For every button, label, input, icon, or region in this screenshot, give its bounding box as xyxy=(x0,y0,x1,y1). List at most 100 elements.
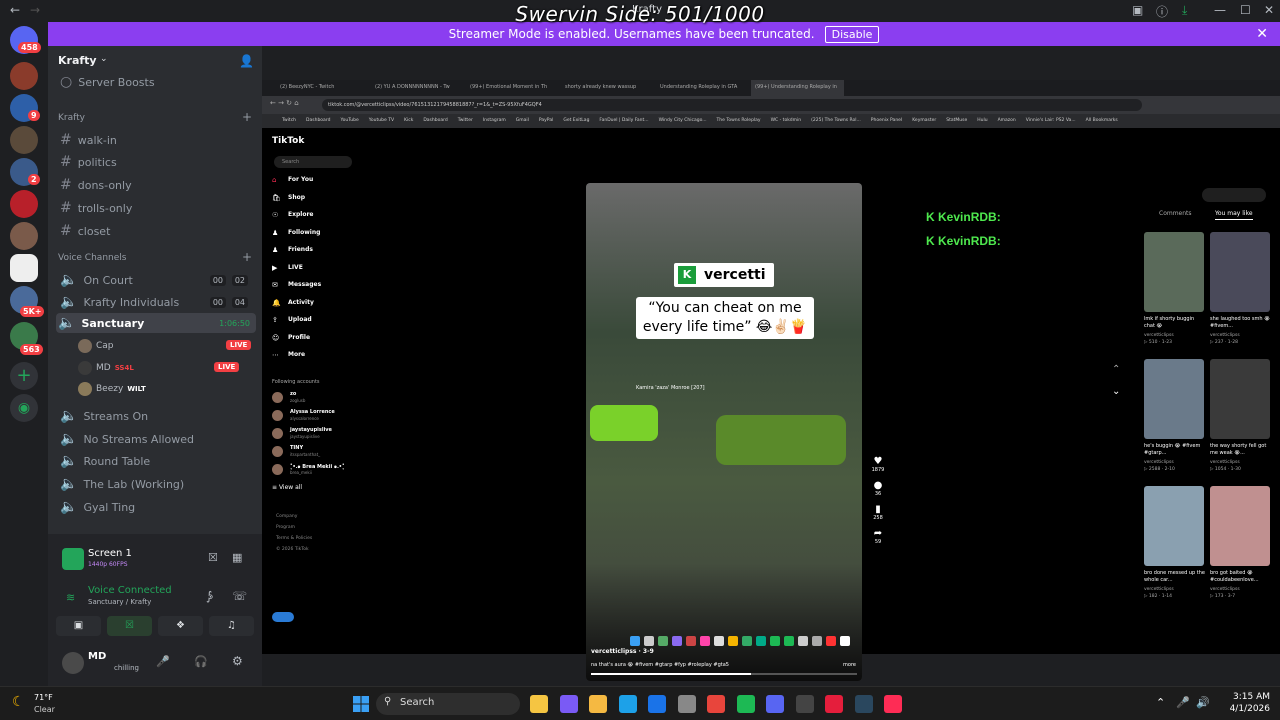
video-card-thumbnail[interactable] xyxy=(1144,359,1204,439)
server-boosts-item[interactable]: ○ Server Boosts xyxy=(60,74,256,90)
taskbar-app-icon[interactable] xyxy=(686,636,696,646)
video-player[interactable]: Kvercetti “You can cheat on me every lif… xyxy=(586,183,862,681)
view-all-link[interactable]: ≡ View all xyxy=(272,484,302,491)
bookmark-item[interactable]: PayPal xyxy=(539,114,553,128)
server-icon[interactable] xyxy=(10,126,38,154)
video-card-thumbnail[interactable] xyxy=(1210,359,1270,439)
nav-friends[interactable]: Friends xyxy=(288,246,313,253)
browser-tab[interactable]: (2) BeezyNYC - Twitch xyxy=(276,80,369,96)
bookmark-item[interactable]: StatMuse xyxy=(946,114,967,128)
disable-button[interactable]: Disable xyxy=(824,25,880,43)
weather-temp[interactable]: 71°F xyxy=(34,693,53,702)
taskbar-app-icon[interactable] xyxy=(672,636,682,646)
scroll-up-icon[interactable]: ⌃ xyxy=(1112,364,1120,375)
voice-channel-path[interactable]: Sanctuary / Krafty xyxy=(88,598,151,606)
following-name[interactable]: jaystayupislive xyxy=(290,427,332,433)
nav-explore[interactable]: Explore xyxy=(288,211,313,218)
invite-icon[interactable]: 👤 xyxy=(239,54,254,68)
add-voice-channel-icon[interactable]: + xyxy=(242,250,252,264)
chevron-up-icon[interactable]: ⌃ xyxy=(1156,696,1165,709)
taskbar-app-icon[interactable] xyxy=(658,636,668,646)
taskbar-app-icon[interactable] xyxy=(728,636,738,646)
bookmark-item[interactable]: Hulu xyxy=(977,114,987,128)
browser-tab[interactable]: Understanding Roleplay in GTA xyxy=(656,80,749,96)
xbox-icon[interactable] xyxy=(795,695,814,713)
settings-icon[interactable] xyxy=(677,695,696,713)
bookmark-item[interactable]: Dashboard xyxy=(423,114,447,128)
nav-shop[interactable]: Shop xyxy=(288,194,305,201)
video-card-author[interactable]: vercetticlipss xyxy=(1210,332,1272,339)
bookmark-item[interactable]: FanDuel | Daily Fant... xyxy=(599,114,648,128)
noise-suppression-icon[interactable]: ⨔ xyxy=(206,589,212,603)
chrome-icon[interactable] xyxy=(707,695,725,713)
bookmark-item[interactable]: Twitch xyxy=(282,114,296,128)
help-icon[interactable]: ⓘ xyxy=(1156,3,1168,20)
taskbar-app-icon[interactable] xyxy=(784,636,794,646)
nav-upload[interactable]: Upload xyxy=(288,316,312,323)
nav-following[interactable]: Following xyxy=(288,229,320,236)
headphones-icon[interactable]: 🎧 xyxy=(194,655,208,668)
voice-channel-streams-on[interactable]: 🔈 Streams On xyxy=(60,408,256,424)
bookmark-item[interactable]: Vinnie's Lair: PS2 Va... xyxy=(1026,114,1076,128)
footer-terms[interactable]: Terms & Policies xyxy=(276,533,312,544)
stream-settings-icon[interactable]: ▦ xyxy=(232,551,242,564)
close-icon[interactable]: ✕ xyxy=(1264,3,1274,17)
bookmark-item[interactable]: Keymaster xyxy=(912,114,936,128)
opera-gx-icon[interactable] xyxy=(825,695,843,713)
video-card-caption[interactable]: the way shorty fell got me weak 😭... xyxy=(1210,443,1272,457)
avatar[interactable] xyxy=(272,446,283,457)
server-icon[interactable] xyxy=(10,190,38,218)
chevron-down-icon[interactable]: ⌄ xyxy=(100,54,108,64)
browser-tab[interactable]: (99+) Emotional Moment in Th xyxy=(466,80,559,96)
bookmark-item[interactable]: YouTube xyxy=(340,114,358,128)
bookmark-item[interactable]: Gmail xyxy=(516,114,529,128)
forward-arrow-icon[interactable]: → xyxy=(30,3,40,17)
bookmark-item[interactable]: Kick xyxy=(404,114,413,128)
voice-channel-the-lab[interactable]: 🔈 The Lab (Working) xyxy=(60,476,256,492)
taskbar-app-icon[interactable] xyxy=(756,636,766,646)
channel-dons-only[interactable]: # dons-only xyxy=(60,177,256,193)
video-card-caption[interactable]: bro done messed up the whole car... xyxy=(1144,570,1206,584)
taskbar-app-icon[interactable] xyxy=(798,636,808,646)
heart-icon[interactable]: ♥ xyxy=(870,457,886,467)
edge-browser-icon[interactable] xyxy=(618,695,637,713)
server-icon[interactable] xyxy=(10,62,38,90)
following-name[interactable]: Alyssa Lorrence xyxy=(290,409,335,415)
taskbar-app-icon[interactable] xyxy=(812,636,822,646)
taskbar-app-icon[interactable] xyxy=(770,636,780,646)
copilot-icon[interactable] xyxy=(559,695,578,713)
add-server-icon[interactable]: + xyxy=(10,362,38,390)
bookmark-item[interactable]: The Towns Roleplay xyxy=(717,114,761,128)
bookmark-item[interactable]: Instagram xyxy=(483,114,506,128)
bookmark-item[interactable]: WC - tokdmin xyxy=(771,114,802,128)
discover-icon[interactable]: ◉ xyxy=(10,394,38,422)
camera-off-icon[interactable]: ▣ xyxy=(56,616,101,636)
toggle[interactable] xyxy=(272,612,294,622)
file-explorer-icon[interactable] xyxy=(530,695,548,713)
folder-icon[interactable] xyxy=(589,695,607,713)
video-card-thumbnail[interactable] xyxy=(1210,486,1270,566)
voice-channel-round-table[interactable]: 🔈 Round Table xyxy=(60,453,256,469)
discord-icon[interactable] xyxy=(766,695,784,713)
add-channel-icon[interactable]: + xyxy=(242,110,252,124)
windows-start-icon[interactable] xyxy=(352,695,370,713)
krafty-server-icon[interactable] xyxy=(10,254,38,282)
system-tray[interactable]: 3:15 AM 4/1/2026 xyxy=(1230,691,1270,715)
taskbar-app-icon[interactable] xyxy=(840,636,850,646)
screen-share-button[interactable]: ☒ xyxy=(107,616,152,636)
steam-icon[interactable] xyxy=(854,695,873,713)
voice-user[interactable]: Cap xyxy=(78,339,114,353)
video-card-thumbnail[interactable] xyxy=(1210,232,1270,312)
nav-arrows-icon[interactable]: ← → ↻ ⌂ xyxy=(270,99,299,107)
video-card-thumbnail[interactable] xyxy=(1144,486,1204,566)
tiktok-logo[interactable]: TikTok xyxy=(272,136,304,146)
bookmark-item[interactable]: Youtube TV xyxy=(369,114,394,128)
voice-user[interactable]: MD SS4L xyxy=(78,361,134,375)
progress-track[interactable] xyxy=(591,673,857,675)
voice-channel-gyal-ting[interactable]: 🔈 Gyal Ting xyxy=(60,499,256,515)
taskbar-app-icon[interactable] xyxy=(714,636,724,646)
taskbar-search-input[interactable]: ⚲ Search xyxy=(376,693,520,715)
browser-tab[interactable]: shorty already knew wassup xyxy=(561,80,654,96)
tab-comments[interactable]: Comments xyxy=(1159,210,1192,217)
video-card-author[interactable]: vercetticlipss xyxy=(1144,586,1206,593)
